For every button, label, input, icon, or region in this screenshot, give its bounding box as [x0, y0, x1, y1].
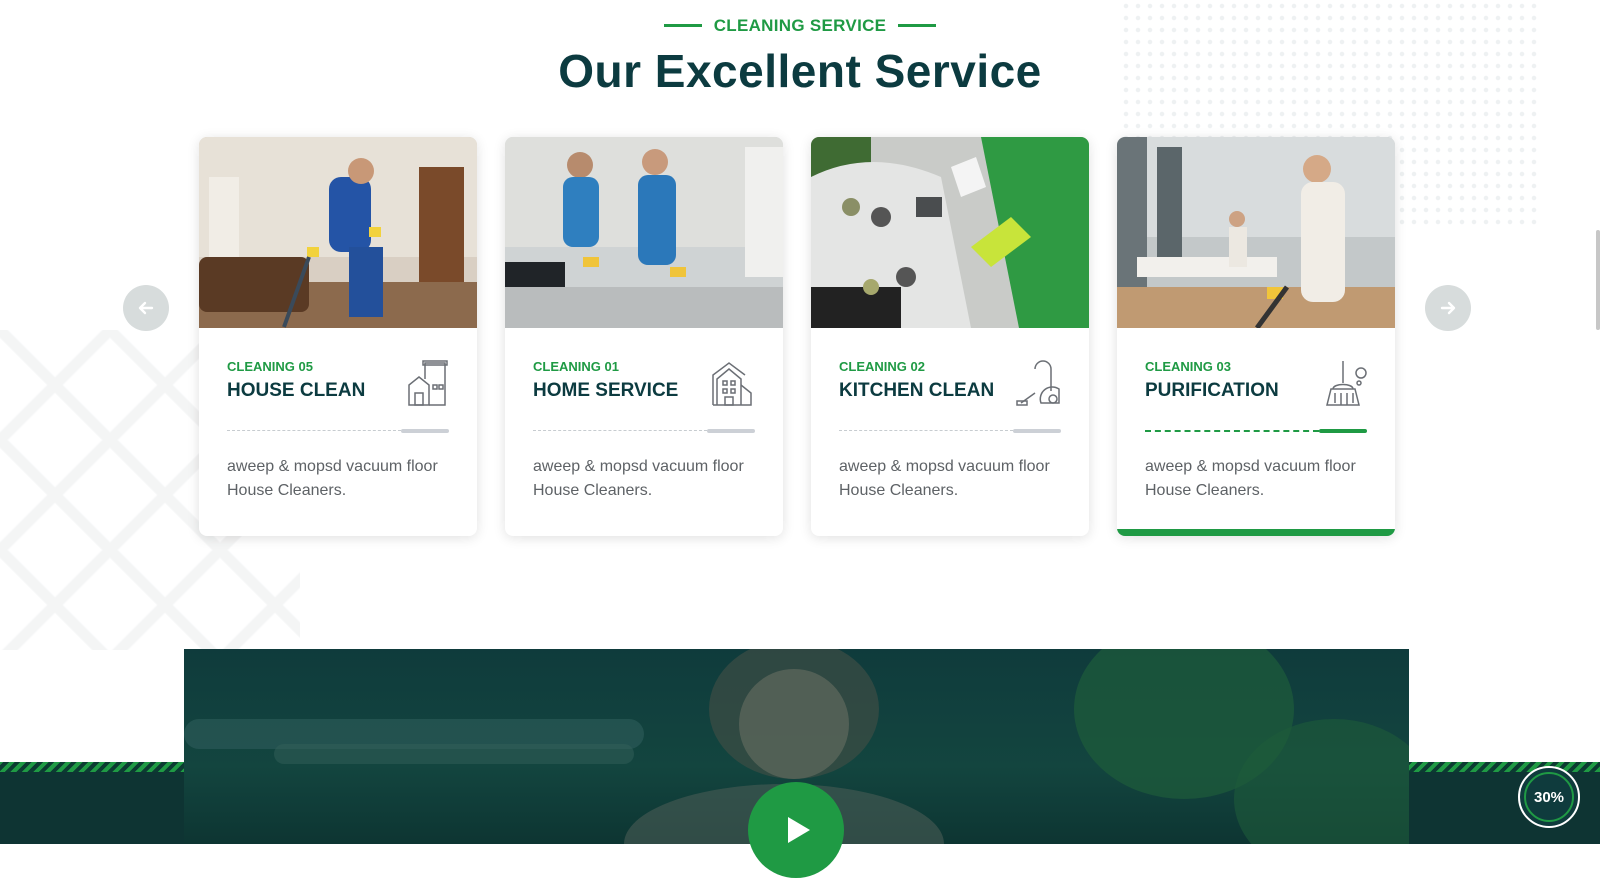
section-subtitle: CLEANING SERVICE [663, 15, 937, 36]
service-card-image [505, 137, 783, 328]
active-card-bottom-bar [1117, 529, 1395, 536]
play-icon [788, 817, 810, 843]
service-card-divider [533, 429, 755, 433]
service-card-purification[interactable]: CLEANING 03 PURIFICATION aweep & mopsd v… [1117, 137, 1395, 536]
scroll-progress-button[interactable]: 30% [1518, 766, 1580, 828]
service-card-image [811, 137, 1089, 328]
broom-icon [1326, 361, 1367, 406]
progress-ring [1524, 772, 1574, 822]
subtitle-line-right [898, 24, 937, 27]
service-card-divider [227, 429, 449, 433]
service-card-kitchen-clean[interactable]: CLEANING 02 KITCHEN CLEAN aweep & mopsd … [811, 137, 1089, 536]
carousel-next-button[interactable] [1425, 285, 1471, 331]
service-card-description: aweep & mopsd vacuum floor House Cleaner… [1145, 458, 1356, 499]
service-card-house-clean[interactable]: CLEANING 05 HOUSE CLEAN aweep & mopsd va… [199, 137, 477, 536]
service-card-image [1117, 137, 1395, 328]
house-icon [408, 360, 448, 406]
service-card-description: aweep & mopsd vacuum floor House Cleaner… [533, 458, 744, 499]
service-card-divider [839, 429, 1061, 433]
arrow-left-icon [138, 301, 154, 315]
service-card-description: aweep & mopsd vacuum floor House Cleaner… [227, 458, 438, 499]
building-icon [712, 362, 752, 406]
section-subtitle-text: CLEANING SERVICE [713, 15, 887, 35]
section-header: CLEANING SERVICE Our Excellent Service [0, 14, 1600, 98]
service-cards-carousel: CLEANING 05 HOUSE CLEAN aweep & mopsd va… [199, 137, 1395, 536]
service-card-home-service[interactable]: CLEANING 01 HOME SERVICE aweep & mopsd v… [505, 137, 783, 536]
service-card-image [199, 137, 477, 328]
vacuum-icon [1016, 360, 1060, 406]
arrow-right-icon [1440, 301, 1456, 315]
scrollbar-thumb[interactable] [1596, 230, 1600, 330]
subtitle-line-left [663, 24, 702, 27]
carousel-prev-button[interactable] [123, 285, 169, 331]
service-card-divider [1145, 429, 1367, 433]
video-play-button[interactable] [748, 782, 844, 878]
service-card-description: aweep & mopsd vacuum floor House Cleaner… [839, 458, 1050, 499]
section-title: Our Excellent Service [558, 44, 1042, 97]
